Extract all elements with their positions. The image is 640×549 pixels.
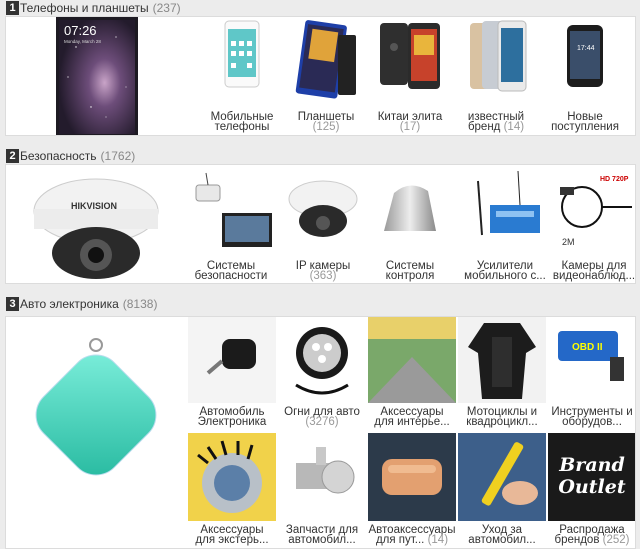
tile-label: Уход за автомобил... xyxy=(468,524,536,546)
obd-label: OBD II xyxy=(572,342,603,353)
tile-label: Новые поступления xyxy=(551,111,619,133)
phone-hero-icon: 07:26 Monday, March 28 xyxy=(56,17,138,135)
gps-tracker-icon xyxy=(35,338,157,476)
section-count: (1762) xyxy=(100,149,136,163)
led-work-light-icon xyxy=(295,327,349,395)
category-section-security: 2 Безопасность (1762) HIKVISION Системы б… xyxy=(0,148,640,296)
tile-label: Инструменты и оборудов... xyxy=(551,406,633,428)
security-kit-icon xyxy=(195,172,272,247)
android-phone-icon xyxy=(380,23,440,89)
section-title[interactable]: Телефоны и планшеты xyxy=(20,1,149,15)
svg-text:17:44: 17:44 xyxy=(577,45,595,52)
category-tile[interactable]: Огни для авто (3276) xyxy=(278,317,366,429)
motorcycle-armor-icon xyxy=(458,317,546,403)
category-tile[interactable]: Системы безопасности xyxy=(186,165,276,283)
hikvision-logo: HIKVISION xyxy=(71,201,117,211)
tile-label: Системы безопасности xyxy=(194,260,268,282)
obd-scanner-icon: OBD II xyxy=(548,317,635,403)
category-tile[interactable]: известный бренд (14) xyxy=(456,17,536,135)
section-header[interactable]: 1 Телефоны и планшеты (237) xyxy=(0,0,640,16)
category-tile[interactable]: IP камеры (363) xyxy=(278,165,368,283)
category-tile[interactable]: Аксессуары для экстерь... xyxy=(188,433,276,548)
hero-dome-camera-image[interactable]: HIKVISION xyxy=(26,169,166,281)
tile-label: Китаи элита (17) xyxy=(377,111,443,133)
tablet-icon xyxy=(295,20,356,99)
tile-label: Мобильные телефоны xyxy=(210,111,274,133)
brand-phone-icon xyxy=(470,20,527,92)
tile-label: Распродажа брендов (252) xyxy=(554,524,630,546)
signal-booster-icon xyxy=(477,170,540,236)
section-header[interactable]: 3 Авто электроника (8138) xyxy=(0,296,640,312)
category-tile[interactable]: Автоаксессуары для пут... (14) xyxy=(368,433,456,548)
dome-camera-icon: HIKVISION xyxy=(33,178,159,279)
brand-word: Brand xyxy=(558,454,624,476)
tile-label: IP камеры (363) xyxy=(295,260,351,282)
tile-label: Усилители мобильного с... xyxy=(464,260,546,282)
blow-off-valve-icon xyxy=(278,433,366,521)
hero-gps-tracker-image[interactable] xyxy=(26,331,166,491)
category-tile[interactable]: Китаи элита (17) xyxy=(370,17,450,135)
tile-label: Аксессуары для экстерь... xyxy=(195,524,269,546)
category-tile[interactable]: Уход за автомобил... xyxy=(458,433,546,548)
tile-label: Камеры для видеонаблюд... xyxy=(552,260,636,282)
tile-label: Системы контроля xyxy=(385,260,435,282)
new-phone-icon: 17:44 xyxy=(567,25,603,87)
hero-phone-image[interactable]: 07:26 Monday, March 28 xyxy=(56,17,138,135)
section-count: (237) xyxy=(152,1,181,15)
category-tile[interactable]: Планшеты (125) xyxy=(286,17,366,135)
section-number: 3 xyxy=(6,297,19,311)
hd-label: HD 720P xyxy=(600,176,629,183)
scratch-pen-icon xyxy=(458,433,546,521)
category-tile[interactable]: Автомобиль Электроника xyxy=(188,317,276,429)
category-tile[interactable]: Аксессуары для интерье... xyxy=(368,317,456,429)
category-tile[interactable]: Системы контроля xyxy=(370,165,450,283)
section-title[interactable]: Безопасность xyxy=(20,149,97,163)
category-tile[interactable]: HD 720P 2M Камеры для видеонаблюд... xyxy=(552,165,636,283)
tile-label: Мотоциклы и квадроцикл... xyxy=(466,406,538,428)
section-count: (8138) xyxy=(122,297,158,311)
section-number: 2 xyxy=(6,149,19,163)
tile-label: Аксессуары для интерье... xyxy=(374,406,450,428)
category-tile[interactable]: Brand Outlet Распродажа брендов (252) xyxy=(548,433,635,548)
category-tile[interactable]: Запчасти для автомобил... xyxy=(278,433,366,548)
tile-label: Огни для авто (3276) xyxy=(284,406,360,428)
category-tile[interactable]: OBD II Инструменты и оборудов... xyxy=(548,317,635,429)
tile-label: Автоаксессуары для пут... (14) xyxy=(368,524,456,546)
tile-label: Автомобиль Электроника xyxy=(197,406,267,428)
endoscope-camera-icon: HD 720P 2M xyxy=(560,176,632,247)
bluetooth-receiver-icon xyxy=(188,317,276,403)
sun-visor-icon xyxy=(368,317,456,403)
category-section-auto: 3 Авто электроника (8138) Автомобиль Элек… xyxy=(0,296,640,549)
tile-label: Запчасти для автомобил... xyxy=(285,524,359,546)
brand-outlet-logo: Brand Outlet xyxy=(548,433,635,521)
cable-length-label: 2M xyxy=(562,237,575,247)
category-tile[interactable]: 17:44 Новые поступления xyxy=(540,17,630,135)
smartphone-icon xyxy=(224,20,260,88)
security-tag-icon xyxy=(384,185,436,231)
outlet-word: Outlet xyxy=(558,476,625,498)
section-title[interactable]: Авто электроника xyxy=(20,297,119,311)
category-section-phones: 1 Телефоны и планшеты (237) 07:26 Monday… xyxy=(0,0,640,148)
car-eyelashes-icon xyxy=(188,433,276,521)
phone-date: Monday, March 28 xyxy=(64,39,101,44)
tile-label: Планшеты (125) xyxy=(297,111,355,133)
phone-time: 07:26 xyxy=(64,23,97,38)
ip-camera-icon xyxy=(288,180,358,237)
car-air-mattress-icon xyxy=(368,433,456,521)
category-tile[interactable]: Усилители мобильного с... xyxy=(460,165,550,283)
tile-label: известный бренд (14) xyxy=(467,111,525,133)
category-tile[interactable]: Мотоциклы и квадроцикл... xyxy=(458,317,546,429)
section-header[interactable]: 2 Безопасность (1762) xyxy=(0,148,640,164)
category-tile[interactable]: Мобильные телефоны xyxy=(202,17,282,135)
section-number: 1 xyxy=(6,1,19,15)
